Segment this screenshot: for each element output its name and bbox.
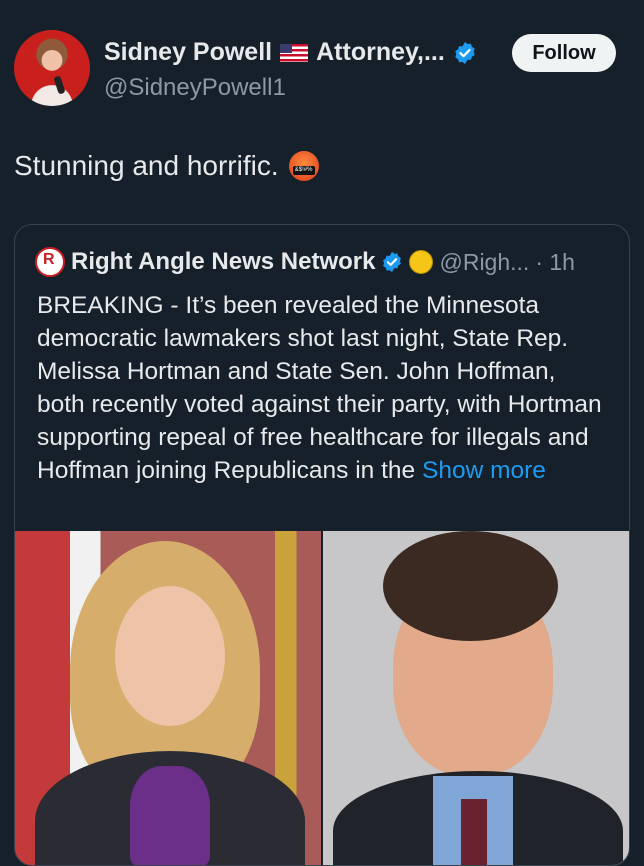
cursing-face-emoji-icon: &$!#%: [288, 151, 319, 181]
author-name-row: Sidney Powell Attorney,...: [104, 38, 477, 67]
news-logo-letter: R: [43, 251, 55, 268]
author-handle[interactable]: @SidneyPowell1: [104, 74, 286, 102]
photo-man[interactable]: [323, 531, 629, 865]
yellow-circle-icon: [409, 250, 434, 274]
verified-badge-icon[interactable]: [453, 41, 477, 65]
quoted-tweet-header: R Right Angle News Network @Righ... · 1h: [35, 247, 575, 277]
show-more-link[interactable]: Show more: [422, 457, 546, 484]
author-avatar[interactable]: [14, 30, 90, 106]
photo-woman[interactable]: [15, 531, 321, 865]
emoji-symbols: &$!#%: [292, 166, 315, 175]
quoted-media[interactable]: [15, 531, 629, 865]
quoted-tweet-card[interactable]: R Right Angle News Network @Righ... · 1h…: [14, 224, 630, 866]
us-flag-icon: [280, 43, 309, 62]
author-name[interactable]: Sidney Powell: [104, 38, 272, 67]
author-title: Attorney,...: [316, 38, 445, 66]
quoted-time: · 1h: [535, 248, 575, 275]
verified-badge-icon: [383, 251, 402, 273]
tweet-text-content: Stunning and horrific.: [14, 150, 279, 181]
quoted-body-text: BREAKING - It’s been revealed the Minnes…: [37, 292, 602, 484]
follow-button[interactable]: Follow: [512, 34, 616, 72]
quoted-tweet-body: BREAKING - It’s been revealed the Minnes…: [37, 289, 609, 487]
quoted-source-name[interactable]: Right Angle News Network: [71, 248, 375, 276]
quoted-handle[interactable]: @Righ...: [439, 249, 529, 276]
tweet-text: Stunning and horrific. &$!#%: [14, 150, 319, 182]
tweet-header: Sidney Powell Attorney,... @SidneyPowell…: [0, 0, 644, 120]
news-logo-icon[interactable]: R: [35, 247, 65, 277]
